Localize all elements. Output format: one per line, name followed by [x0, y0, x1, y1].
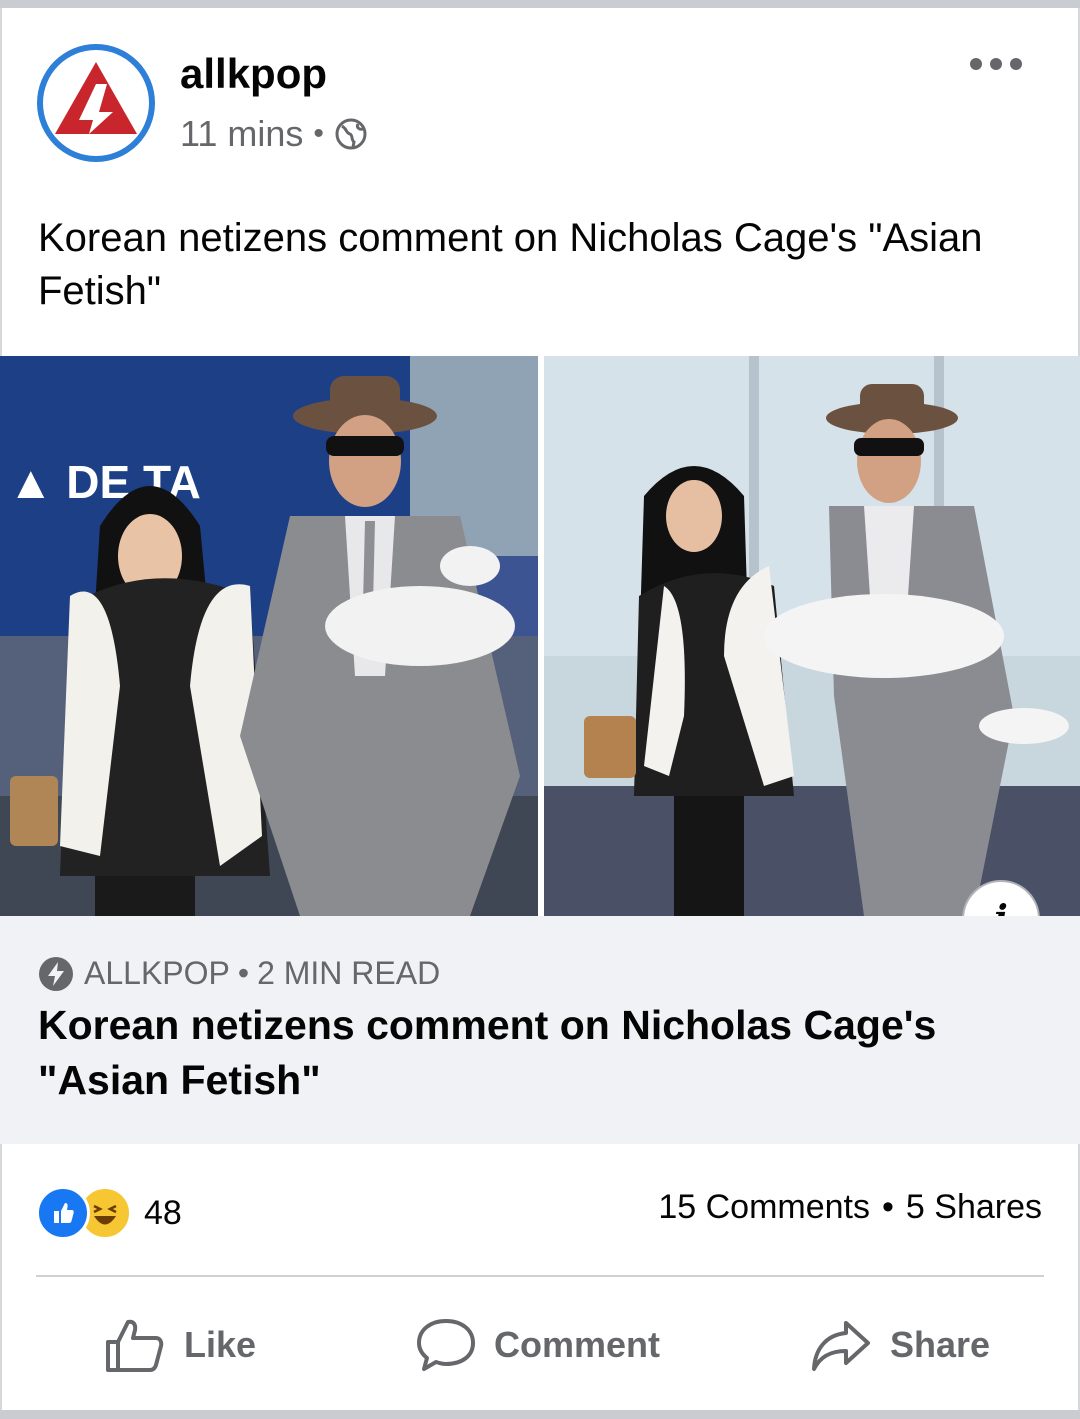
source-name: ALLKPOP: [84, 955, 230, 991]
bolt-icon: [39, 956, 73, 991]
link-title[interactable]: Korean netizens comment on Nicholas Cage…: [38, 998, 1048, 1108]
comments-count[interactable]: 15 Comments: [658, 1188, 870, 1227]
read-time: 2 MIN READ: [257, 955, 441, 991]
globe-icon: [335, 118, 367, 150]
photo-airport-right[interactable]: [544, 356, 1080, 916]
page-avatar[interactable]: [37, 44, 155, 162]
post-stats: 15 Comments • 5 Shares: [658, 1188, 1042, 1227]
more-icon: [970, 58, 982, 70]
top-separator: [0, 0, 1080, 8]
link-source: ALLKPOP • 2 MIN READ: [38, 955, 440, 992]
like-button[interactable]: Like: [104, 1300, 256, 1390]
actions-divider: [36, 1275, 1044, 1277]
like-label: Like: [184, 1324, 257, 1365]
action-bar: Like Comment Share: [0, 1300, 1080, 1390]
post-text: Korean netizens comment on Nicholas Cage…: [38, 216, 983, 313]
post-time[interactable]: 11 mins: [180, 113, 303, 155]
source-separator: •: [237, 955, 250, 991]
thumb-up-icon: [106, 1319, 164, 1372]
reaction-count: 48: [144, 1193, 182, 1232]
photo-airport-left[interactable]: ▲ DE TA: [0, 356, 538, 916]
post-meta: 11 mins •: [180, 113, 368, 155]
page-name[interactable]: allkpop: [180, 50, 327, 98]
share-label: Share: [890, 1324, 991, 1365]
avatar-logo: [43, 50, 149, 156]
bottom-separator: [0, 1410, 1080, 1419]
meta-separator: •: [313, 117, 324, 150]
post-photos[interactable]: ▲ DE TA: [0, 356, 1080, 916]
share-icon: [812, 1321, 870, 1371]
more-options-button[interactable]: [970, 58, 1022, 70]
shares-count[interactable]: 5 Shares: [906, 1188, 1042, 1227]
stats-separator: •: [882, 1188, 894, 1226]
share-button[interactable]: Share: [810, 1300, 990, 1390]
comment-label: Comment: [494, 1324, 661, 1365]
comment-button[interactable]: Comment: [416, 1300, 660, 1390]
reactions-summary[interactable]: 48: [36, 1186, 182, 1240]
comment-icon: [417, 1319, 475, 1371]
like-reaction-icon: [36, 1186, 90, 1240]
